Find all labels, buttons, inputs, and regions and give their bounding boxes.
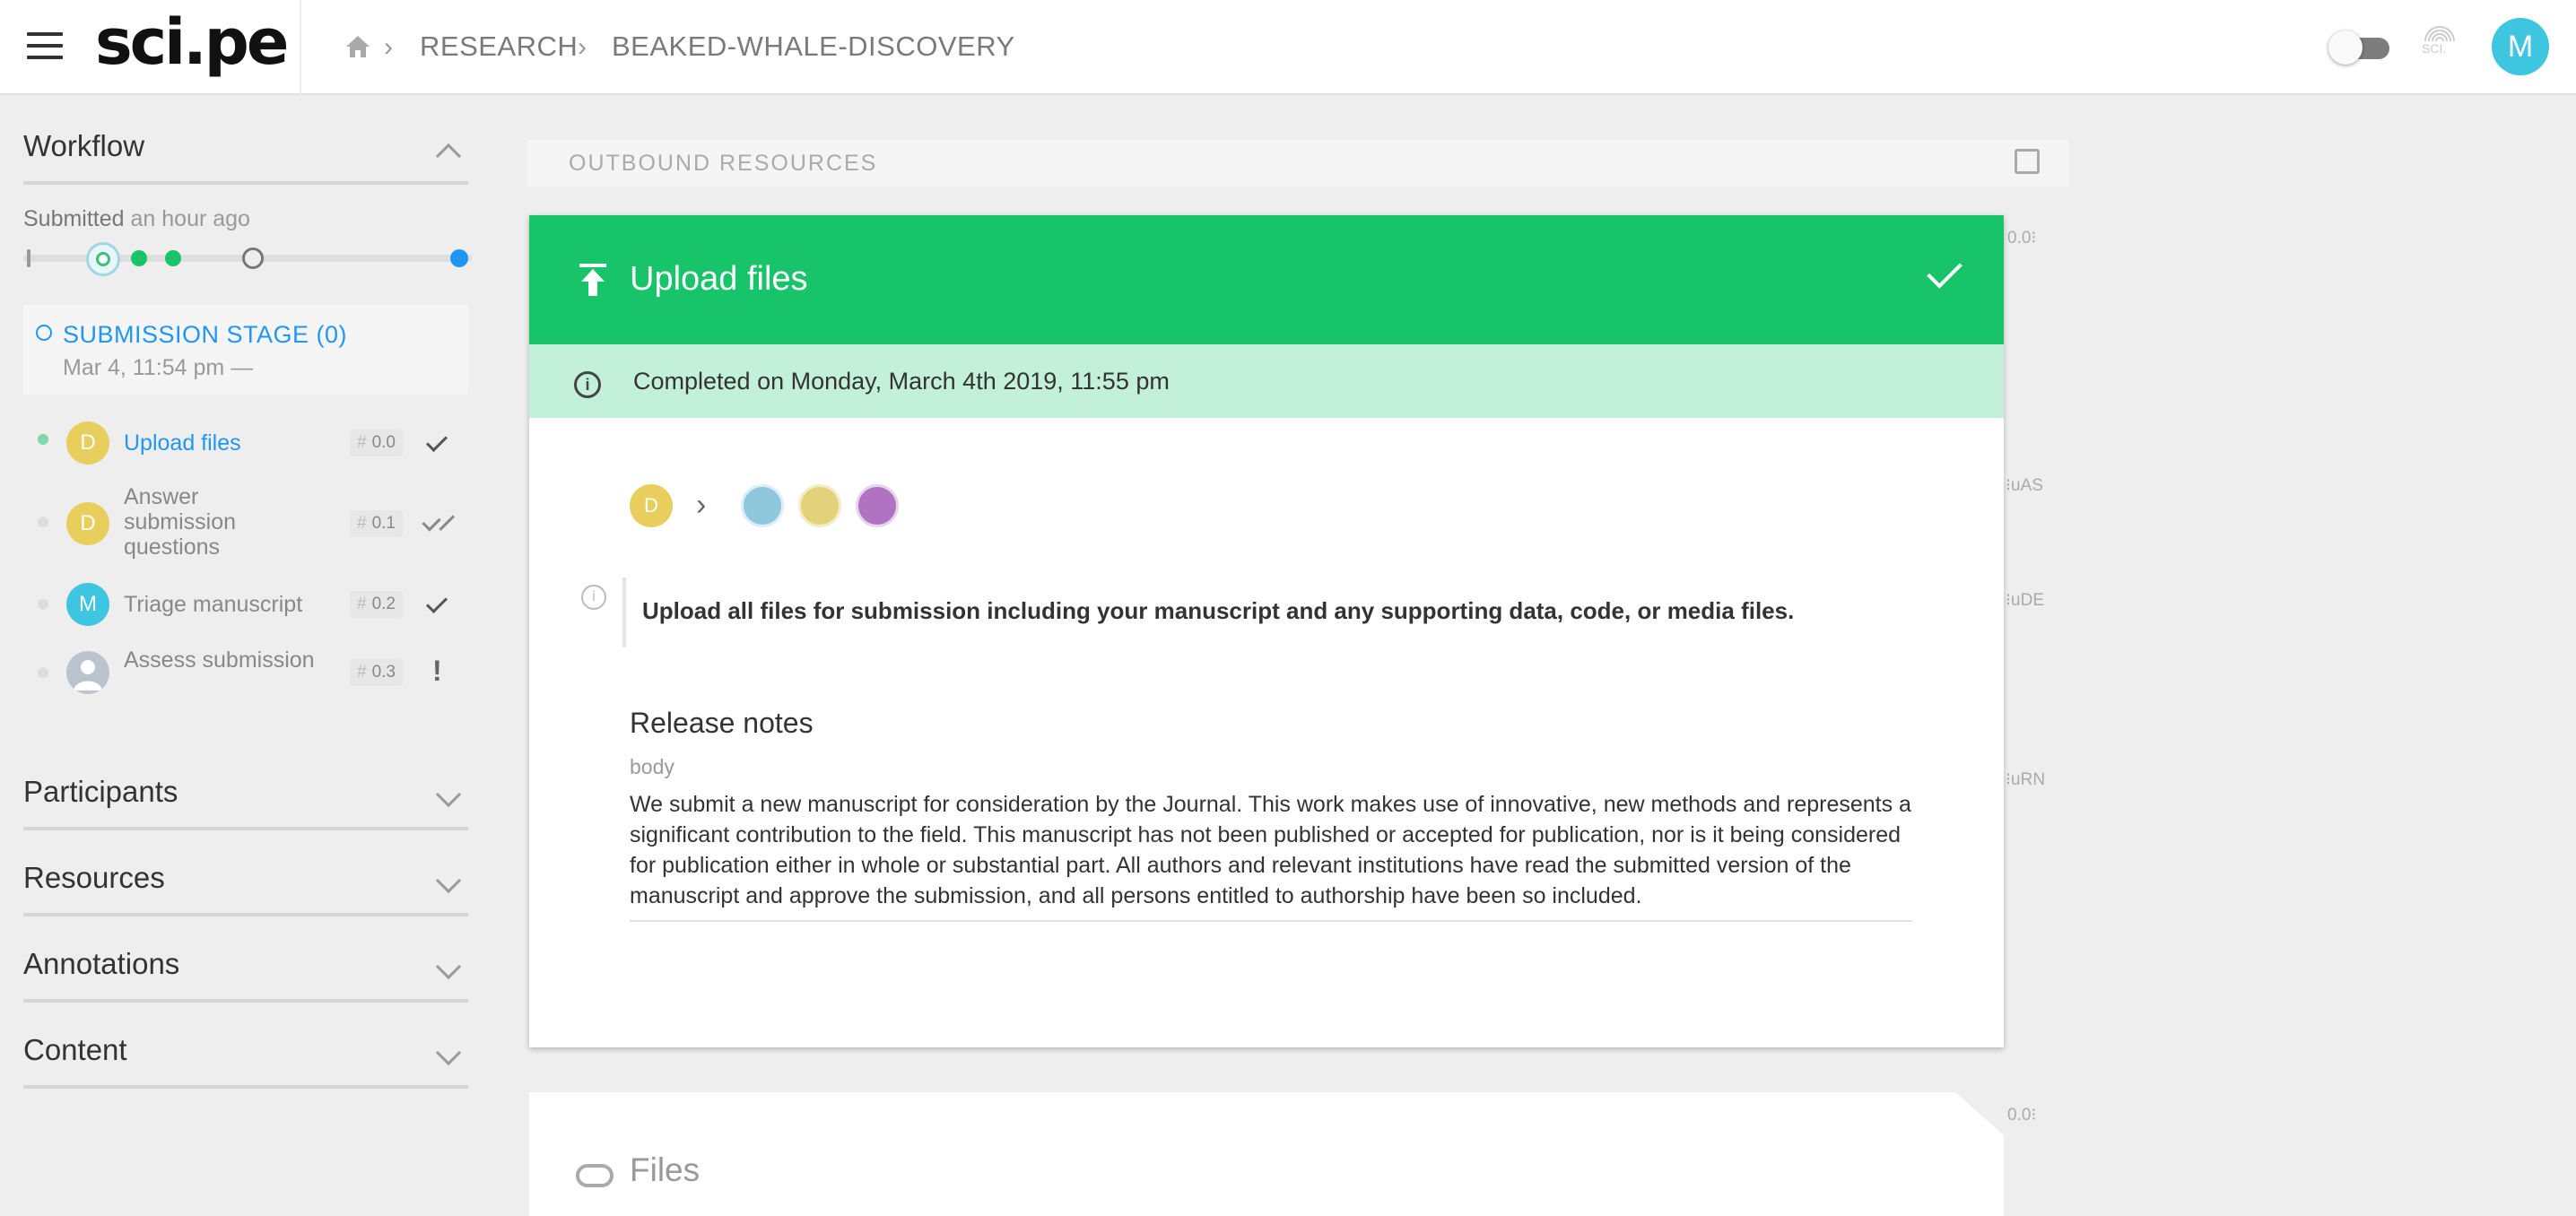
app-logo[interactable]: sci.pe: [95, 5, 289, 79]
action-flow: D ›: [630, 484, 988, 529]
release-notes-title: Release notes: [630, 707, 814, 739]
menu-icon[interactable]: [27, 32, 63, 61]
description-text: Upload all files for submission includin…: [642, 597, 1795, 624]
side-label: ⁝uDE: [2006, 591, 2045, 610]
status-dot: [38, 434, 48, 445]
breadcrumb-project[interactable]: BEAKED-WHALE-DISCOVERY: [612, 30, 1015, 63]
timeline-start-marker: [27, 249, 30, 267]
check-icon: [1927, 253, 1962, 289]
workflow-title: Workflow: [23, 129, 145, 162]
step-number-badge: #0.3: [350, 659, 403, 686]
annotations-section-header[interactable]: Annotations: [23, 922, 468, 1003]
info-icon: i: [581, 585, 606, 610]
submission-stage-card[interactable]: SUBMISSION STAGE (0) Mar 4, 11:54 pm —: [23, 305, 468, 395]
alert-icon: !: [432, 655, 442, 687]
breadcrumb-research[interactable]: RESEARCH: [420, 30, 578, 63]
chevron-up-icon: [435, 143, 462, 169]
sidebar: Workflow Submitted an hour ago SUBMISSIO…: [0, 95, 484, 1216]
home-icon[interactable]: [344, 34, 371, 59]
card-header: Upload files: [529, 215, 2004, 344]
info-icon: i: [574, 371, 601, 398]
timeline-end-dot[interactable]: [450, 249, 468, 267]
anonymous-user-avatar: [66, 651, 109, 694]
upload-icon: [579, 264, 606, 296]
avatar: D: [66, 421, 109, 465]
outbound-resources-bar[interactable]: OUTBOUND RESOURCES: [527, 140, 2068, 187]
workflow-item-triage[interactable]: M Triage manuscript #0.2: [23, 578, 468, 631]
chevron-right-icon: ›: [696, 488, 707, 522]
header-divider: [300, 0, 301, 95]
workflow-item-label: Upload files: [124, 430, 241, 456]
release-notes-body[interactable]: We submit a new manuscript for considera…: [630, 789, 1912, 922]
info-icon: [36, 325, 52, 341]
add-resource-icon[interactable]: [2015, 149, 2040, 174]
status-dot: [38, 667, 48, 678]
timeline-dot[interactable]: [131, 250, 147, 266]
workflow-item-label: Assess submission: [124, 647, 315, 673]
status-dot: [38, 599, 48, 610]
workflow-item-label: Answer submission questions: [124, 484, 237, 560]
avatar: D: [66, 502, 109, 545]
chevron-down-icon: [435, 867, 462, 894]
timeline-dot[interactable]: [165, 250, 181, 266]
check-icon: [425, 591, 448, 614]
shield-search-icon[interactable]: [856, 484, 899, 527]
view-mode-toggle[interactable]: [2328, 30, 2391, 65]
workflow-item-answer-questions[interactable]: D Answer submission questions #0.1: [23, 482, 468, 563]
workflow-item-upload-files[interactable]: D Upload files #0.0: [23, 416, 468, 470]
chevron-down-icon: [435, 1039, 462, 1066]
breadcrumb-separator-icon: ›: [384, 32, 393, 62]
task-description: Upload all files for submission includin…: [622, 578, 1914, 647]
completed-banner: i Completed on Monday, March 4th 2019, 1…: [529, 344, 2004, 418]
card-title: Upload files: [630, 260, 808, 298]
shield-edit-icon[interactable]: [741, 484, 784, 527]
files-title: Files: [630, 1151, 701, 1188]
stage-date: Mar 4, 11:54 pm —: [63, 355, 254, 380]
avatar: M: [66, 583, 109, 626]
files-card: Files: [529, 1092, 2004, 1216]
timeline-current-inner: [96, 252, 110, 266]
status-dot: [38, 517, 48, 527]
completed-text: Completed on Monday, March 4th 2019, 11:…: [633, 368, 1170, 395]
upload-files-card: Upload files i Completed on Monday, Marc…: [529, 215, 2004, 1047]
submitted-status: Submitted an hour ago: [23, 206, 250, 231]
avatar[interactable]: D: [630, 484, 673, 527]
stage-title: SUBMISSION STAGE (0): [63, 321, 348, 348]
check-icon: [425, 430, 448, 453]
paperclip-icon: [576, 1164, 614, 1187]
resources-section-header[interactable]: Resources: [23, 836, 468, 916]
step-number-badge: #0.2: [350, 591, 403, 618]
sci-label: SCI.: [2422, 41, 2447, 56]
release-notes-label: body: [630, 755, 674, 778]
workflow-item-assess[interactable]: Assess submission #0.3 !: [23, 642, 468, 705]
side-label: ⁝uAS: [2006, 476, 2043, 495]
side-label: ⁝uRN: [2006, 770, 2046, 789]
section-title: Content: [23, 1033, 127, 1066]
workflow-item-label: Triage manuscript: [124, 592, 303, 617]
breadcrumb-separator-icon: ›: [578, 32, 587, 62]
step-number-badge: #0.0: [350, 430, 403, 456]
timeline-dot[interactable]: [242, 248, 264, 269]
user-avatar[interactable]: M: [2492, 18, 2549, 75]
content-section-header[interactable]: Content: [23, 1008, 468, 1089]
side-label: 0.0⁝: [2007, 1106, 2037, 1125]
shield-check-icon[interactable]: [798, 484, 841, 527]
chevron-down-icon: [435, 953, 462, 980]
section-title: Annotations: [23, 947, 180, 980]
section-title: Participants: [23, 775, 178, 808]
chevron-down-icon: [435, 781, 462, 808]
step-number-badge: #0.1: [350, 510, 403, 537]
participants-section-header[interactable]: Participants: [23, 750, 468, 830]
workflow-section-header[interactable]: Workflow: [23, 104, 468, 185]
side-label: 0.0⁝: [2007, 229, 2037, 248]
top-app-bar: sci.pe › RESEARCH › BEAKED-WHALE-DISCOVE…: [0, 0, 2576, 95]
section-title: Resources: [23, 861, 165, 894]
outbound-resources-title: OUTBOUND RESOURCES: [569, 151, 878, 176]
workflow-timeline: [23, 242, 472, 276]
